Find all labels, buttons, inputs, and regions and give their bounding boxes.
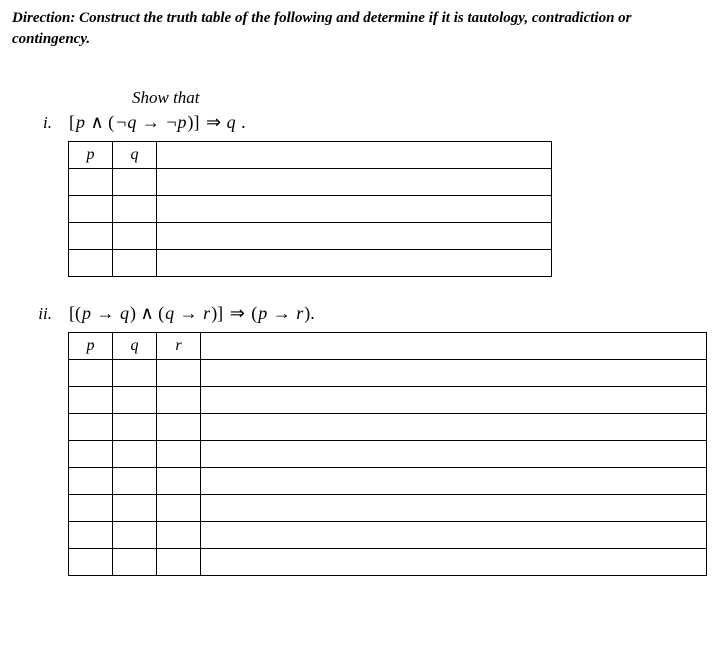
table-row	[69, 360, 707, 387]
col-header-result	[201, 333, 707, 360]
direction-text: Direction: Construct the truth table of …	[12, 8, 708, 50]
table-row	[69, 223, 552, 250]
show-that-label: Show that	[132, 88, 708, 108]
problem-i: i. [p ∧ (¬q → ¬p)] ⇒ q .	[12, 112, 708, 133]
problem-i-formula: [p ∧ (¬q → ¬p)] ⇒ q .	[68, 112, 247, 133]
col-header-p: p	[69, 142, 113, 169]
problem-ii-number: ii.	[12, 304, 68, 324]
table-row	[69, 522, 707, 549]
col-header-result	[157, 142, 552, 169]
col-header-q: q	[113, 142, 157, 169]
truth-table-ii: p q r	[68, 332, 707, 576]
table-row	[69, 441, 707, 468]
problem-i-number: i.	[12, 113, 68, 133]
table-row	[69, 250, 552, 277]
table-header-row: p q r	[69, 333, 707, 360]
col-header-p: p	[69, 333, 113, 360]
truth-table-i-wrap: p q	[68, 141, 708, 277]
problem-ii-formula: [(p → q) ∧ (q → r)] ⇒ (p → r).	[68, 303, 316, 324]
table-row	[69, 387, 707, 414]
col-header-q: q	[113, 333, 157, 360]
truth-table-i: p q	[68, 141, 552, 277]
truth-table-ii-wrap: p q r	[68, 332, 708, 576]
problem-ii: ii. [(p → q) ∧ (q → r)] ⇒ (p → r).	[12, 303, 708, 324]
table-row	[69, 414, 707, 441]
col-header-r: r	[157, 333, 201, 360]
table-header-row: p q	[69, 142, 552, 169]
table-row	[69, 468, 707, 495]
table-row	[69, 169, 552, 196]
table-row	[69, 549, 707, 576]
table-row	[69, 196, 552, 223]
table-row	[69, 495, 707, 522]
